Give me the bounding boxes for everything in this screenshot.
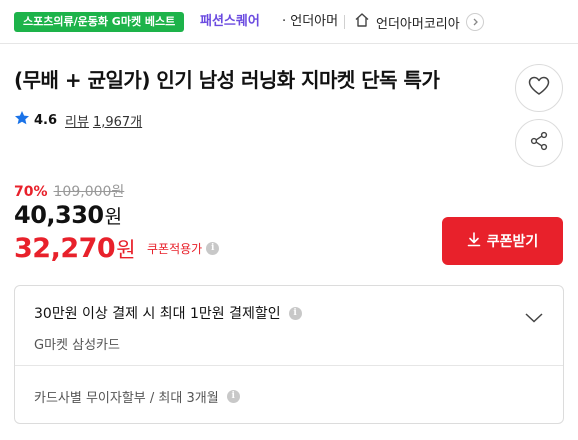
review-link-label[interactable]: 리뷰 xyxy=(65,111,89,130)
star-icon xyxy=(14,110,30,130)
card-discount-box: 30만원 이상 결제 시 최대 1만원 결제할인 i G마켓 삼성카드 카드사별… xyxy=(14,285,564,424)
installment-info: 카드사별 무이자할부 / 최대 3개월 i xyxy=(34,387,240,406)
info-icon[interactable]: i xyxy=(226,390,240,403)
product-title: (무배 + 균일가) 인기 남성 러닝화 지마켓 단독 특가 xyxy=(14,68,440,92)
download-icon xyxy=(467,231,481,251)
brand-link[interactable]: · 언더아머 xyxy=(282,12,338,32)
favorite-button[interactable] xyxy=(515,64,563,112)
divider xyxy=(344,15,345,29)
coupon-price: 32,270원 xyxy=(14,233,136,264)
get-coupon-button[interactable]: 쿠폰받기 xyxy=(442,217,563,265)
coupon-price-amount: 32,270 xyxy=(14,233,116,264)
store-link[interactable]: 언더아머코리아 xyxy=(354,10,484,34)
chevron-down-icon[interactable] xyxy=(525,308,543,327)
original-price: 109,000원 xyxy=(53,184,125,200)
card-discount-title-text: 30만원 이상 결제 시 최대 1만원 결제할인 xyxy=(34,306,281,322)
info-icon[interactable]: i xyxy=(206,242,220,255)
share-icon xyxy=(529,131,549,155)
rating-score: 4.6 xyxy=(34,112,58,128)
get-coupon-label: 쿠폰받기 xyxy=(486,234,539,250)
coupon-price-label: 쿠폰적용가 i xyxy=(147,240,220,257)
coupon-price-label-text: 쿠폰적용가 xyxy=(147,242,203,256)
category-best-badge[interactable]: 스포츠의류/운동화 G마켓 베스트 xyxy=(14,12,185,32)
review-count-link[interactable]: 1,967개 xyxy=(93,111,142,130)
sale-price-amount: 40,330 xyxy=(14,201,104,229)
installment-text: 카드사별 무이자할부 / 최대 3개월 xyxy=(34,391,219,406)
card-discount-title[interactable]: 30만원 이상 결제 시 최대 1만원 결제할인 i xyxy=(34,303,302,323)
discount-row: 70% 109,000원 xyxy=(14,181,124,201)
sale-price: 40,330원 xyxy=(14,201,122,229)
top-bar: 스포츠의류/운동화 G마켓 베스트 패션스퀘어 · 언더아머 언더아머코리아 xyxy=(0,0,578,44)
sale-price-unit: 원 xyxy=(104,206,122,228)
info-icon[interactable]: i xyxy=(288,306,302,320)
rating-summary: 4.6 리뷰 1,967개 xyxy=(14,110,142,130)
chevron-right-icon xyxy=(465,13,484,31)
fashion-square-link[interactable]: 패션스퀘어 xyxy=(200,12,260,32)
divider xyxy=(15,365,563,366)
discount-rate: 70% xyxy=(14,184,48,200)
share-button[interactable] xyxy=(515,119,563,167)
store-name: 언더아머코리아 xyxy=(376,16,460,32)
coupon-price-unit: 원 xyxy=(116,238,136,262)
home-icon xyxy=(354,12,370,32)
card-name: G마켓 삼성카드 xyxy=(34,338,120,353)
heart-icon xyxy=(528,76,550,100)
